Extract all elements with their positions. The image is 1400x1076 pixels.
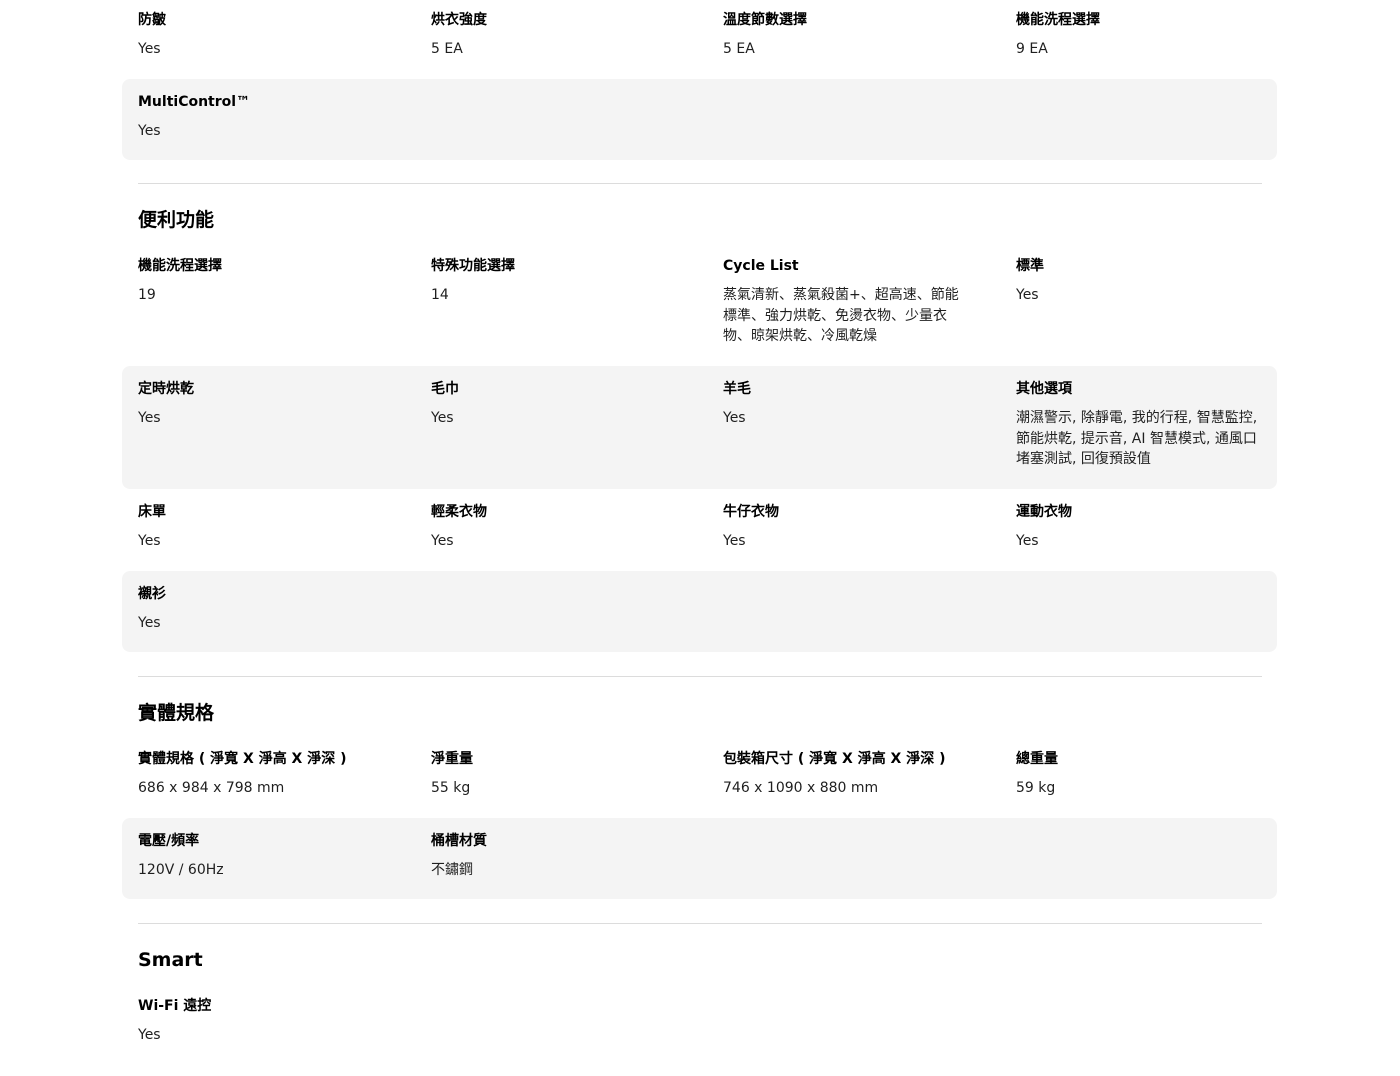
- spec-label: 淨重量: [431, 751, 473, 767]
- spec-value: Yes: [138, 410, 161, 426]
- spec-label: 羊毛: [723, 381, 751, 397]
- spec-row: 機能洗程選擇 19 特殊功能選擇 14 Cycle List 蒸氣清新、蒸氣殺菌…: [122, 243, 1277, 367]
- spec-value: Yes: [1016, 287, 1039, 303]
- spec-label: 標準: [1016, 258, 1044, 274]
- spec-value: 不鏽鋼: [431, 862, 473, 878]
- spec-label: MultiControl™: [138, 94, 251, 110]
- spec-value: Yes: [138, 533, 161, 549]
- spec-value: Yes: [1016, 533, 1039, 549]
- spec-label: 毛巾: [431, 381, 459, 397]
- spec-value: Yes: [431, 410, 454, 426]
- spec-value: 9 EA: [1016, 41, 1048, 57]
- spec-value: 5 EA: [723, 41, 755, 57]
- spec-value: Yes: [138, 1027, 161, 1043]
- spec-label: Cycle List: [723, 258, 799, 274]
- spec-value: Yes: [138, 41, 161, 57]
- spec-label: 定時烘乾: [138, 381, 194, 397]
- spec-label: 機能洗程選擇: [138, 258, 222, 274]
- spec-label: 機能洗程選擇: [1016, 12, 1100, 28]
- spec-label: 電壓/頻率: [138, 833, 200, 849]
- spec-label: 防皺: [138, 12, 166, 28]
- spec-label: 實體規格 ( 淨寬 X 淨高 X 淨深 ): [138, 751, 347, 767]
- spec-value: 14: [431, 287, 449, 303]
- spec-label: 其他選項: [1016, 381, 1072, 397]
- spec-label: 烘衣強度: [431, 12, 487, 28]
- section-divider: [138, 923, 1262, 924]
- spec-row: 實體規格 ( 淨寬 X 淨高 X 淨深 ) 686 x 984 x 798 mm…: [122, 736, 1277, 818]
- spec-label: 桶槽材質: [431, 833, 487, 849]
- spec-row: 定時烘乾 Yes 毛巾 Yes 羊毛 Yes 其他選項 潮濕警示, 除靜電, 我…: [122, 366, 1277, 489]
- spec-value: Yes: [138, 615, 161, 631]
- spec-value: 蒸氣清新、蒸氣殺菌+、超高速、節能標準、強力烘乾、免燙衣物、少量衣物、晾架烘乾、…: [723, 287, 959, 344]
- spec-value: 19: [138, 287, 156, 303]
- section-title: 便利功能: [138, 209, 215, 231]
- spec-row: 電壓/頻率 120V / 60Hz 桶槽材質 不鏽鋼: [122, 818, 1277, 899]
- section-title: Smart: [138, 949, 203, 971]
- spec-value: Yes: [723, 410, 746, 426]
- spec-row: 防皺 Yes 烘衣強度 5 EA 溫度節數選擇 5 EA 機能洗程選擇 9 EA: [122, 0, 1277, 79]
- spec-value: Yes: [431, 533, 454, 549]
- spec-row: Wi-Fi 遠控 Yes: [122, 983, 1277, 1065]
- section-title: 實體規格: [138, 702, 215, 724]
- spec-row: 床單 Yes 輕柔衣物 Yes 牛仔衣物 Yes 運動衣物 Yes: [122, 489, 1277, 571]
- spec-label: 包裝箱尺寸 ( 淨寬 X 淨高 X 淨深 ): [723, 751, 946, 767]
- spec-label: 運動衣物: [1016, 504, 1072, 520]
- spec-value: Yes: [138, 123, 161, 139]
- spec-value: 686 x 984 x 798 mm: [138, 780, 285, 796]
- spec-value: 746 x 1090 x 880 mm: [723, 780, 879, 796]
- spec-label: 總重量: [1016, 751, 1058, 767]
- spec-value: 120V / 60Hz: [138, 862, 224, 878]
- spec-label: Wi-Fi 遠控: [138, 998, 212, 1014]
- spec-label: 床單: [138, 504, 166, 520]
- spec-label: 牛仔衣物: [723, 504, 779, 520]
- section-divider: [138, 676, 1262, 677]
- spec-label: 溫度節數選擇: [723, 12, 807, 28]
- spec-row: MultiControl™ Yes: [122, 79, 1277, 160]
- spec-label: 特殊功能選擇: [431, 258, 515, 274]
- spec-value: Yes: [723, 533, 746, 549]
- spec-value: 5 EA: [431, 41, 463, 57]
- spec-label: 襯衫: [138, 586, 166, 602]
- spec-label: 輕柔衣物: [431, 504, 487, 520]
- spec-value: 潮濕警示, 除靜電, 我的行程, 智慧監控, 節能烘乾, 提示音, AI 智慧模…: [1016, 410, 1258, 467]
- spec-row: 襯衫 Yes: [122, 571, 1277, 652]
- section-divider: [138, 183, 1262, 184]
- spec-value: 55 kg: [431, 780, 471, 796]
- spec-value: 59 kg: [1016, 780, 1056, 796]
